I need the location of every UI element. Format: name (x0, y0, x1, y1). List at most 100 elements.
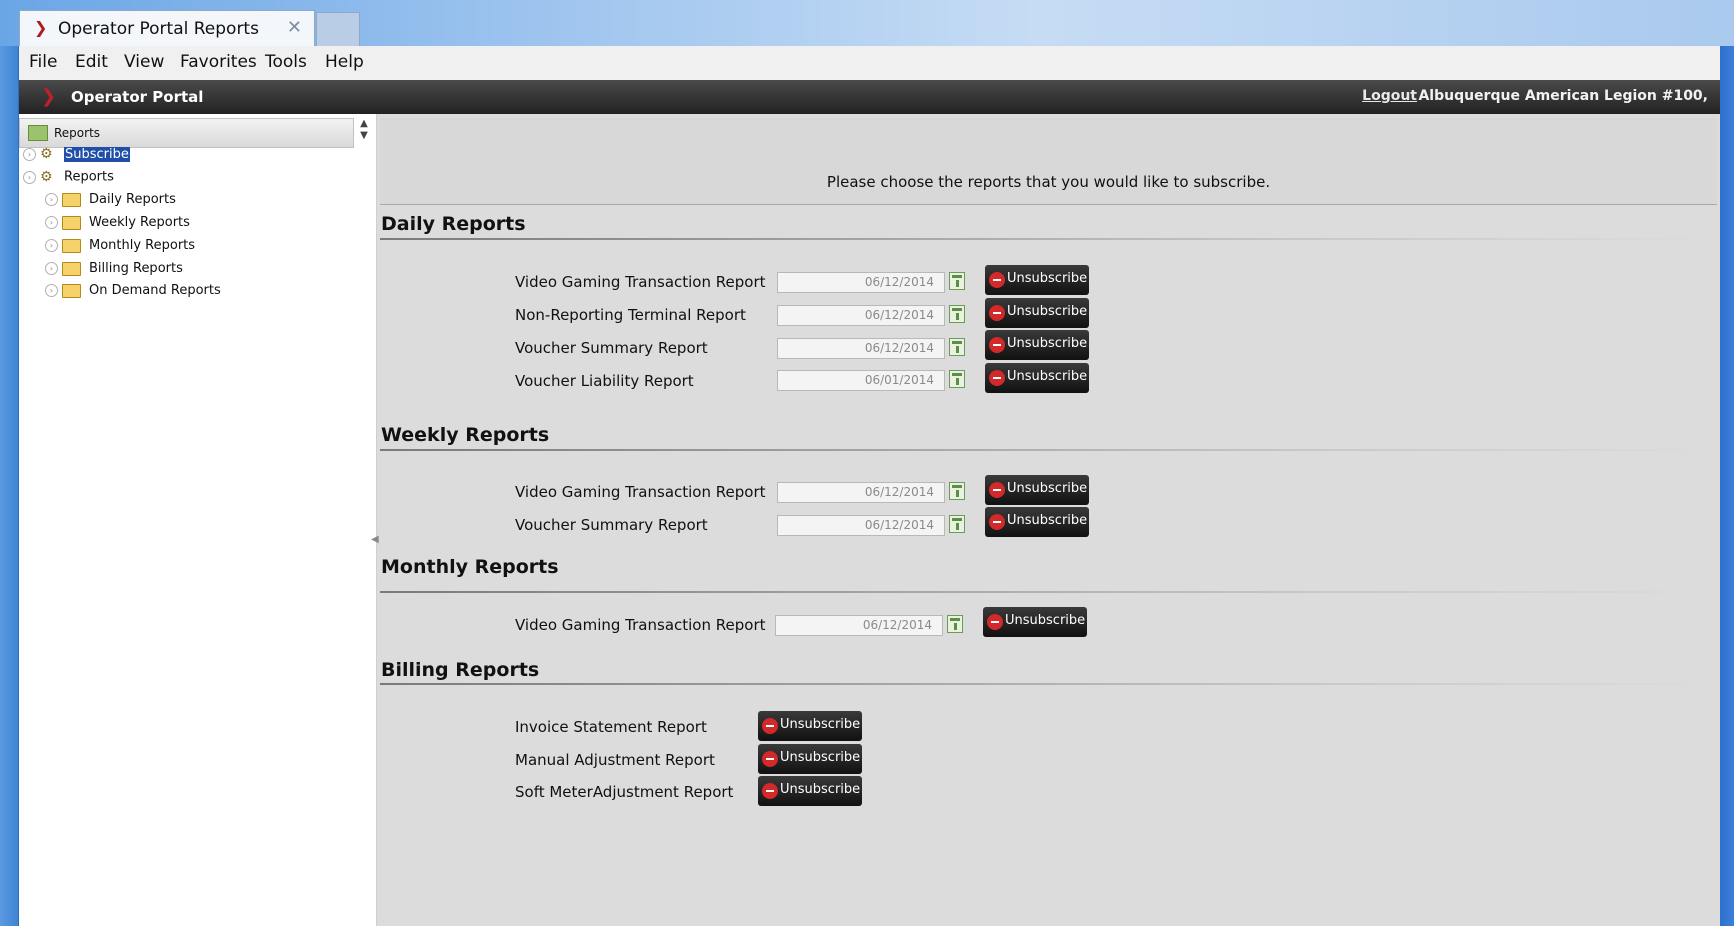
splitter-arrow-icon[interactable]: ◀ (371, 534, 379, 545)
tab-close-icon[interactable]: ✕ (287, 17, 302, 38)
tree-item-billing-reports[interactable]: › Billing Reports (45, 261, 183, 276)
menu-file[interactable]: File (29, 52, 57, 72)
unsubscribe-button[interactable]: Unsubscribe (985, 298, 1089, 328)
tab-title: Operator Portal Reports (58, 19, 259, 39)
organization-name: Albuquerque American Legion #100, (1418, 88, 1708, 104)
tree-item-reports[interactable]: › ⚙ Reports (23, 169, 114, 185)
unsubscribe-button[interactable]: Unsubscribe (758, 776, 862, 806)
folder-icon (62, 215, 81, 230)
tree-item-label: Subscribe (64, 146, 130, 162)
tree-item-label: Reports (64, 169, 114, 185)
calendar-icon[interactable] (949, 515, 965, 533)
report-label: Non-Reporting Terminal Report (515, 306, 746, 324)
tree-item-label: Daily Reports (89, 192, 176, 207)
minus-circle-icon (987, 614, 1003, 630)
menu-help[interactable]: Help (325, 52, 364, 72)
expand-icon[interactable]: › (45, 239, 58, 252)
expand-icon[interactable]: › (45, 193, 58, 206)
new-tab-button[interactable] (316, 12, 360, 46)
unsubscribe-button[interactable]: Unsubscribe (985, 507, 1089, 537)
date-field[interactable]: 06/12/2014 (777, 272, 945, 293)
unsubscribe-label: Unsubscribe (1007, 513, 1088, 528)
date-field[interactable]: 06/12/2014 (775, 615, 943, 636)
section-title-billing: Billing Reports (381, 659, 540, 681)
browser-tab-active[interactable]: ❯ Operator Portal Reports ✕ (19, 10, 315, 46)
tree-item-daily-reports[interactable]: › Daily Reports (45, 192, 176, 207)
tree-item-subscribe[interactable]: › ⚙ Subscribe (23, 146, 130, 162)
date-field[interactable]: 06/12/2014 (777, 515, 945, 536)
unsubscribe-label: Unsubscribe (1007, 369, 1088, 384)
expand-icon[interactable]: › (45, 284, 58, 297)
date-field[interactable]: 06/12/2014 (777, 305, 945, 326)
section-divider (380, 449, 1710, 451)
minus-circle-icon (989, 305, 1005, 321)
unsubscribe-button[interactable]: Unsubscribe (758, 711, 862, 741)
minus-circle-icon (989, 370, 1005, 386)
unsubscribe-button[interactable]: Unsubscribe (983, 607, 1087, 637)
report-label: Video Gaming Transaction Report (515, 273, 766, 291)
folder-icon (62, 283, 81, 298)
report-label: Video Gaming Transaction Report (515, 616, 766, 634)
portal-logo-icon: ❯ (41, 86, 57, 107)
window-frame-left (0, 0, 18, 926)
tree-item-label: On Demand Reports (89, 283, 221, 298)
calendar-icon[interactable] (949, 305, 965, 323)
tree-item-label: Monthly Reports (89, 238, 196, 253)
expand-icon[interactable]: › (23, 170, 36, 184)
expand-icon[interactable]: › (45, 262, 58, 275)
unsubscribe-label: Unsubscribe (1007, 304, 1088, 319)
portal-header: ❯ Operator Portal Logout Albuquerque Ame… (19, 80, 1720, 114)
report-label: Invoice Statement Report (515, 718, 707, 736)
minus-circle-icon (989, 337, 1005, 353)
unsubscribe-label: Unsubscribe (780, 782, 861, 797)
report-label: Voucher Summary Report (515, 516, 708, 534)
report-label: Soft MeterAdjustment Report (515, 783, 734, 801)
unsubscribe-button[interactable]: Unsubscribe (985, 265, 1089, 295)
section-title-daily: Daily Reports (381, 213, 526, 235)
sidebar-header[interactable]: Reports (19, 118, 354, 148)
unsubscribe-button[interactable]: Unsubscribe (985, 475, 1089, 505)
report-label: Manual Adjustment Report (515, 751, 715, 769)
report-label: Voucher Summary Report (515, 339, 708, 357)
section-title-weekly: Weekly Reports (381, 424, 550, 446)
unsubscribe-button[interactable]: Unsubscribe (985, 330, 1089, 360)
minus-circle-icon (762, 783, 778, 799)
window-frame-right (1720, 0, 1734, 926)
date-field[interactable]: 06/01/2014 (777, 370, 945, 391)
date-field[interactable]: 06/12/2014 (777, 338, 945, 359)
folder-icon (62, 261, 81, 276)
expand-icon[interactable]: › (23, 147, 36, 161)
reports-icon (28, 125, 48, 141)
tree-item-weekly-reports[interactable]: › Weekly Reports (45, 215, 190, 230)
menu-view[interactable]: View (124, 52, 164, 72)
unsubscribe-button[interactable]: Unsubscribe (985, 363, 1089, 393)
calendar-icon[interactable] (949, 272, 965, 290)
menu-tools[interactable]: Tools (265, 52, 307, 72)
logout-link[interactable]: Logout (1362, 88, 1417, 104)
menu-bar: File Edit View Favorites Tools Help (19, 46, 1720, 81)
minus-circle-icon (989, 482, 1005, 498)
report-label: Video Gaming Transaction Report (515, 483, 766, 501)
tree-item-monthly-reports[interactable]: › Monthly Reports (45, 238, 195, 253)
unsubscribe-label: Unsubscribe (780, 717, 861, 732)
date-field[interactable]: 06/12/2014 (777, 482, 945, 503)
unsubscribe-button[interactable]: Unsubscribe (758, 744, 862, 774)
menu-favorites[interactable]: Favorites (180, 52, 257, 72)
portal-favicon-icon: ❯ (34, 18, 48, 37)
tree-item-label: Weekly Reports (89, 215, 190, 230)
calendar-icon[interactable] (949, 370, 965, 388)
expand-icon[interactable]: › (45, 216, 58, 229)
menu-edit[interactable]: Edit (75, 52, 108, 72)
calendar-icon[interactable] (949, 482, 965, 500)
unsubscribe-label: Unsubscribe (1007, 336, 1088, 351)
section-title-monthly: Monthly Reports (381, 556, 559, 578)
sidebar-header-label: Reports (54, 126, 101, 140)
calendar-icon[interactable] (949, 338, 965, 356)
minus-circle-icon (762, 751, 778, 767)
minus-circle-icon (989, 272, 1005, 288)
sidebar-scroll-arrows[interactable]: ▲ ▼ (355, 118, 373, 148)
intro-banner: Please choose the reports that you would… (380, 118, 1717, 205)
minus-circle-icon (989, 514, 1005, 530)
tree-item-on-demand-reports[interactable]: › On Demand Reports (45, 283, 221, 298)
calendar-icon[interactable] (947, 615, 963, 633)
